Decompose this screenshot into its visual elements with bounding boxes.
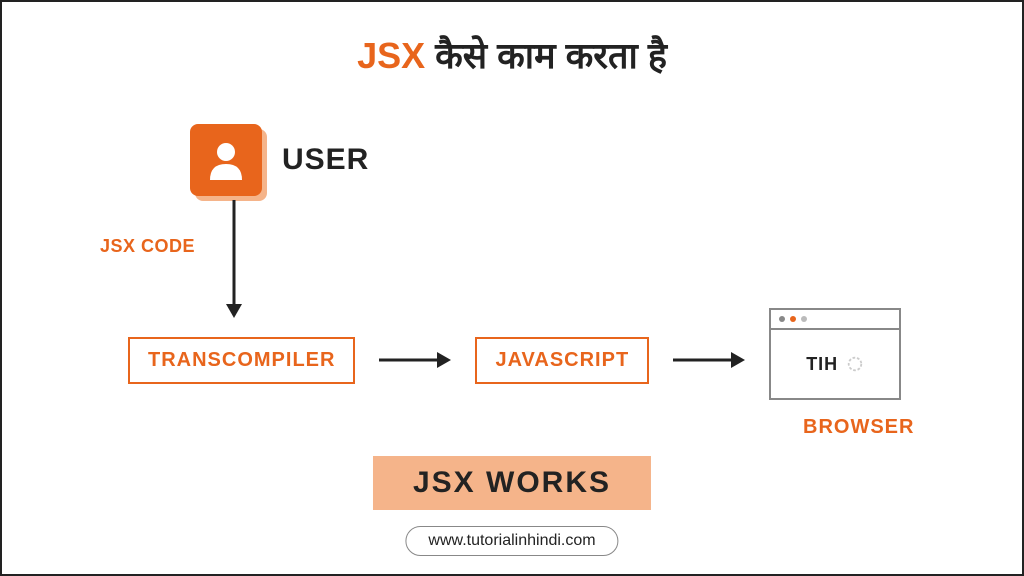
window-dot-icon xyxy=(801,316,807,322)
user-icon-wrap xyxy=(190,124,262,196)
window-dot-icon xyxy=(790,316,796,322)
arrow-down-icon xyxy=(224,200,244,318)
person-icon xyxy=(204,138,248,182)
user-label: USER xyxy=(282,143,369,177)
browser-tih-text: TIH xyxy=(806,354,838,375)
browser-label: BROWSER xyxy=(803,416,914,439)
user-node: USER xyxy=(190,124,369,196)
arrow-right-icon xyxy=(379,350,451,370)
source-url: www.tutorialinhindi.com xyxy=(405,526,618,556)
footer-badge: JSX WORKS xyxy=(373,456,651,510)
window-dot-icon xyxy=(779,316,785,322)
javascript-box: JAVASCRIPT xyxy=(475,337,649,384)
spinner-icon xyxy=(846,355,864,373)
browser-titlebar xyxy=(771,310,899,330)
browser-node: TIH xyxy=(769,308,901,400)
user-icon xyxy=(190,124,262,196)
transcompiler-box: TRANSCOMPILER xyxy=(128,337,355,384)
title-jsx: JSX xyxy=(357,35,425,76)
browser-body: TIH xyxy=(771,330,899,398)
title-rest: कैसे काम करता है xyxy=(425,35,667,76)
browser-window-icon: TIH xyxy=(769,308,901,400)
page-title: JSX कैसे काम करता है xyxy=(2,2,1022,79)
flow-row: TRANSCOMPILER JAVASCRIPT TIH xyxy=(128,314,901,406)
jsx-code-label: JSX CODE xyxy=(100,236,195,257)
arrow-right-icon xyxy=(673,350,745,370)
